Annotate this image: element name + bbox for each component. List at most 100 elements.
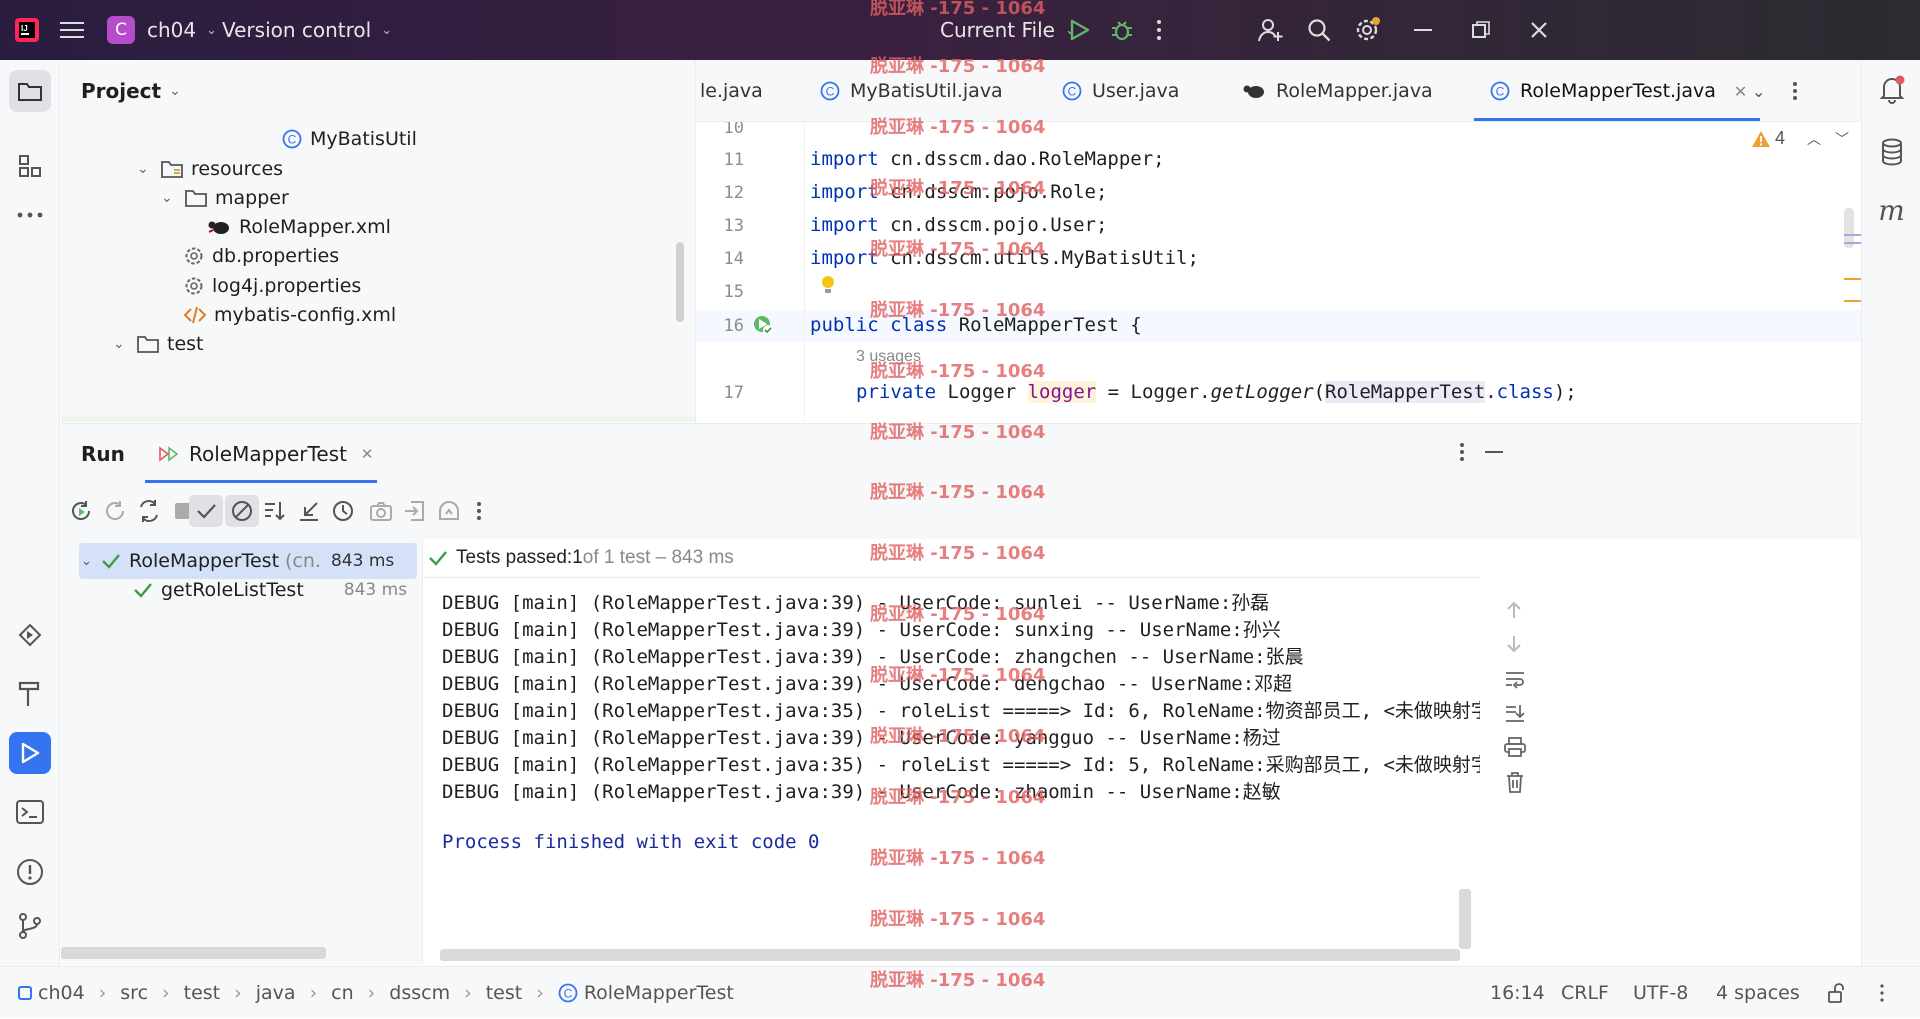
- breadcrumb-item[interactable]: src: [120, 982, 148, 1004]
- run-config-selector[interactable]: Current File ⌄: [940, 0, 1076, 60]
- indent-setting[interactable]: 4 spaces: [1716, 967, 1800, 1019]
- class-icon: C: [1062, 81, 1082, 101]
- usages-hint[interactable]: 3 usages: [856, 348, 921, 366]
- breadcrumb-item[interactable]: test: [184, 982, 221, 1004]
- options-more-icon[interactable]: [1459, 442, 1465, 462]
- arrow-down-icon[interactable]: [1506, 635, 1522, 653]
- line-separator[interactable]: CRLF: [1561, 967, 1609, 1019]
- more-actions-icon[interactable]: [1156, 0, 1162, 60]
- notifications-bell-icon[interactable]: [1862, 74, 1920, 104]
- arrow-up-icon[interactable]: [1506, 601, 1522, 619]
- test-case-row[interactable]: getRoleListTest 843 ms: [133, 573, 407, 607]
- more-icon[interactable]: [463, 495, 495, 527]
- minimize-icon[interactable]: [1414, 0, 1432, 60]
- build-hammer-icon[interactable]: [0, 680, 60, 708]
- chevron-down-icon: ⌄: [113, 336, 125, 352]
- console-output[interactable]: Tests passed: 1 of 1 test – 843 ms DEBUG…: [424, 539, 1861, 965]
- export-tests-icon[interactable]: [433, 495, 465, 527]
- resources-folder-icon: [161, 160, 183, 178]
- code-editor[interactable]: 10 11 import cn.dsscm.dao.RoleMapper; 12…: [696, 122, 1861, 422]
- sort-icon[interactable]: [259, 495, 291, 527]
- database-icon[interactable]: [1862, 138, 1920, 166]
- import-tests-icon[interactable]: [399, 495, 431, 527]
- project-tool-icon[interactable]: [0, 70, 60, 112]
- project-switcher[interactable]: C ch04 ⌄: [107, 0, 217, 60]
- add-user-icon[interactable]: [1258, 0, 1284, 60]
- tree-item-test[interactable]: ⌄ test: [113, 327, 204, 361]
- restore-icon[interactable]: [1472, 0, 1490, 60]
- tabs-dropdown-icon[interactable]: ⌄: [1752, 60, 1765, 121]
- vcs-menu[interactable]: Version control ⌄: [222, 0, 392, 60]
- settings-gear-icon[interactable]: [1354, 0, 1382, 60]
- git-branch-icon[interactable]: [0, 912, 60, 940]
- gutter-divider: [804, 122, 805, 422]
- services-icon[interactable]: [0, 622, 60, 648]
- app-logo-icon[interactable]: IJ: [14, 0, 40, 60]
- close-window-icon[interactable]: [1530, 0, 1548, 60]
- tree-item-mybatisutil[interactable]: C MyBatisUtil: [282, 122, 417, 156]
- breadcrumb-item[interactable]: cn: [331, 982, 354, 1004]
- show-ignored-icon[interactable]: [225, 495, 259, 527]
- more-icon[interactable]: [1880, 967, 1884, 1019]
- breadcrumb-item[interactable]: RoleMapperTest: [584, 982, 734, 1004]
- warning-stripe-mark: [1844, 278, 1861, 280]
- console-line: DEBUG [main] (RoleMapperTest.java:39) - …: [442, 673, 1293, 695]
- tab-rolemapper-java[interactable]: RoleMapper.java: [1242, 60, 1433, 121]
- properties-icon: [184, 276, 204, 296]
- run-tab-rolemappertest[interactable]: RoleMapperTest ✕: [157, 424, 374, 484]
- show-passed-icon[interactable]: [189, 495, 223, 527]
- inspection-widget[interactable]: 4 ︿ ﹀: [1751, 128, 1849, 149]
- close-tab-icon[interactable]: ✕: [361, 445, 374, 463]
- console-line: DEBUG [main] (RoleMapperTest.java:39) - …: [442, 727, 1281, 749]
- project-panel-header[interactable]: Project ⌄: [61, 60, 695, 122]
- breadcrumb-item[interactable]: dsscm: [389, 982, 450, 1004]
- close-tab-icon[interactable]: ✕: [1734, 82, 1747, 101]
- tab-user-java[interactable]: C User.java: [1062, 60, 1179, 121]
- run-test-gutter-icon[interactable]: [752, 314, 774, 336]
- hide-panel-icon[interactable]: [1485, 451, 1503, 453]
- lock-icon[interactable]: [1827, 967, 1847, 1019]
- code-line: public class RoleMapperTest {: [810, 314, 1142, 336]
- structure-icon[interactable]: [0, 154, 60, 178]
- problems-icon[interactable]: [0, 858, 60, 886]
- tab-rolemappertest-java[interactable]: C RoleMapperTest.java ✕: [1490, 60, 1747, 121]
- maven-icon[interactable]: m: [1862, 194, 1920, 227]
- tab-mybatisutil-java[interactable]: C MyBatisUtil.java: [820, 60, 1003, 121]
- more-tools-icon[interactable]: [0, 212, 60, 218]
- toggle-auto-test-icon[interactable]: [133, 495, 165, 527]
- line-number: 16: [723, 316, 744, 336]
- class-icon: C: [1490, 81, 1510, 101]
- debug-icon[interactable]: [1110, 0, 1134, 60]
- line-number: 14: [723, 249, 744, 269]
- trash-icon[interactable]: [1505, 771, 1525, 793]
- tree-item-db-properties[interactable]: db.properties: [184, 239, 339, 273]
- chevron-down-icon[interactable]: ﹀: [1835, 129, 1849, 149]
- tree-scrollbar[interactable]: [676, 242, 684, 322]
- main-menu-icon[interactable]: [60, 0, 84, 60]
- print-icon[interactable]: [1504, 737, 1526, 757]
- camera-icon[interactable]: [365, 495, 397, 527]
- run-icon[interactable]: [1068, 0, 1090, 60]
- tree-item-mybatis-config[interactable]: mybatis-config.xml: [184, 298, 396, 332]
- vertical-scrollbar[interactable]: [1459, 889, 1471, 949]
- horizontal-scrollbar[interactable]: [61, 947, 326, 959]
- history-clock-icon[interactable]: [327, 495, 359, 527]
- breadcrumb-item[interactable]: test: [486, 982, 523, 1004]
- breadcrumb-item[interactable]: java: [256, 982, 296, 1004]
- file-encoding[interactable]: UTF-8: [1633, 967, 1688, 1019]
- run-tool-icon[interactable]: [0, 732, 60, 774]
- tabs-more-icon[interactable]: [1792, 60, 1798, 121]
- breadcrumb-item[interactable]: ch04: [38, 982, 85, 1004]
- scroll-to-end-icon[interactable]: [1504, 703, 1526, 723]
- rerun-failed-icon[interactable]: [99, 495, 131, 527]
- terminal-icon[interactable]: [0, 800, 60, 824]
- caret-position[interactable]: 16:14: [1490, 967, 1545, 1019]
- chevron-up-icon[interactable]: ︿: [1807, 129, 1821, 149]
- soft-wrap-icon[interactable]: [1504, 669, 1526, 689]
- tab-partial[interactable]: le.java: [700, 60, 763, 121]
- search-icon[interactable]: [1307, 0, 1331, 60]
- horizontal-scrollbar[interactable]: [440, 949, 1460, 961]
- rerun-icon[interactable]: [65, 495, 97, 527]
- collapse-icon[interactable]: [293, 495, 325, 527]
- intention-bulb-icon[interactable]: [820, 274, 836, 296]
